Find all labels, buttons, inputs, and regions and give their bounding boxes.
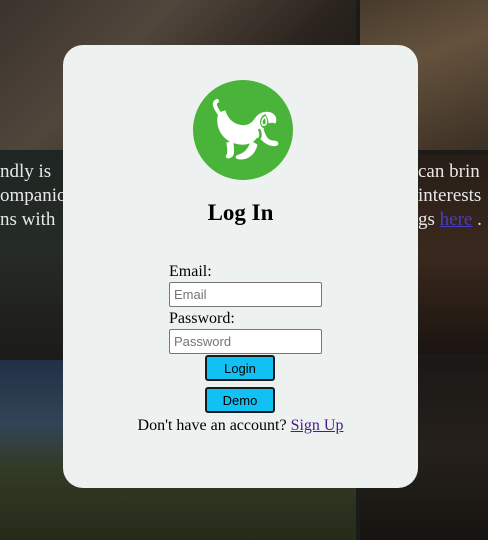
signup-prompt: Don't have an account? Sign Up [63, 417, 418, 435]
background-text-line: can brin [418, 161, 480, 182]
background-text-line: gs here . [418, 208, 482, 232]
signup-prompt-text: Don't have an account? [137, 417, 291, 434]
background-text-fragment: . [472, 209, 482, 230]
background-text-line: ompanio [0, 185, 67, 206]
login-modal: Log In Email: Password: Login Demo Don't… [63, 45, 418, 488]
background-text-line: ndly is [0, 161, 52, 182]
background-text-fragment: gs [418, 209, 435, 230]
email-field[interactable] [169, 282, 322, 307]
login-button[interactable]: Login [205, 355, 275, 381]
demo-button[interactable]: Demo [205, 387, 275, 413]
dog-logo [193, 80, 293, 180]
password-field[interactable] [169, 329, 322, 354]
sign-up-link[interactable]: Sign Up [291, 417, 344, 434]
login-form: Email: Password: [169, 263, 329, 357]
password-label: Password: [169, 310, 235, 327]
background-here-link[interactable]: here [440, 209, 473, 230]
email-label: Email: [169, 263, 212, 280]
page-title: Log In [207, 200, 274, 225]
background-text-line: ns with [0, 209, 56, 230]
dog-icon [212, 99, 279, 160]
background-text-line: interests [418, 185, 482, 206]
